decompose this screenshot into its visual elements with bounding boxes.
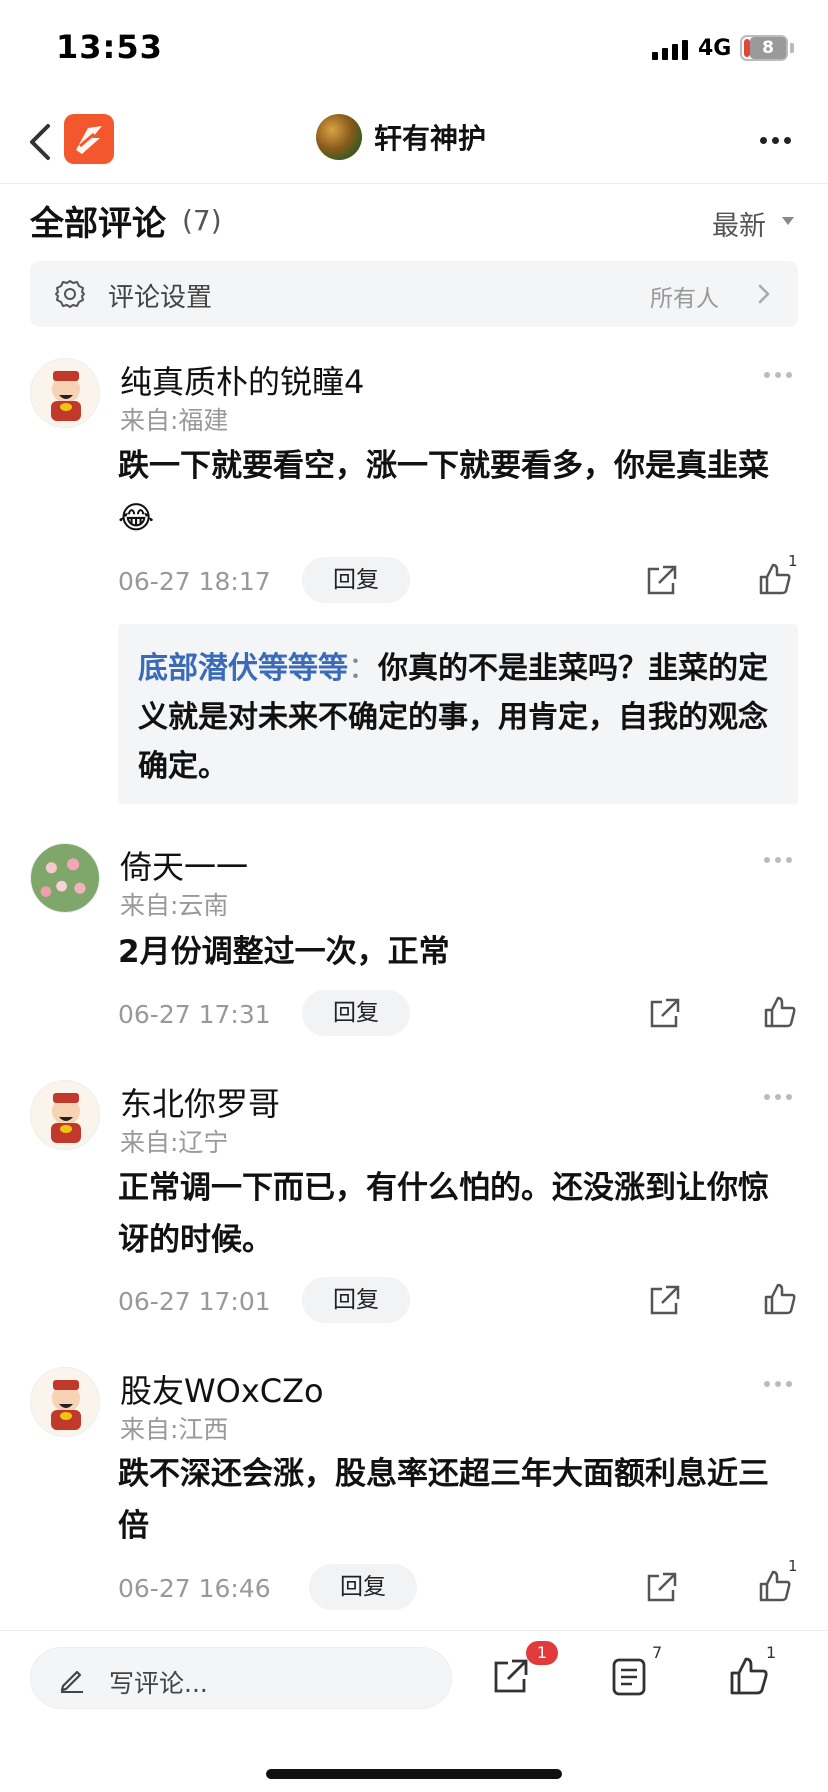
more-options-icon[interactable] — [760, 128, 796, 152]
reply-button[interactable]: 回复 — [309, 1564, 417, 1610]
thumbs-up-icon[interactable] — [762, 1281, 798, 1317]
comment-time: 06-27 17:31 — [118, 1000, 271, 1029]
sort-dropdown[interactable]: 最新 — [712, 204, 766, 243]
reply-button[interactable]: 回复 — [302, 990, 410, 1036]
comment-location: 来自:辽宁 — [120, 1128, 229, 1157]
nav-title-group[interactable]: 轩有神护 — [316, 114, 486, 160]
settings-value: 所有人 — [650, 286, 719, 312]
share-icon[interactable] — [646, 996, 682, 1032]
battery-level: 8 — [750, 37, 786, 59]
comment-time: 06-27 16:46 — [118, 1574, 271, 1603]
comment-text: 跌一下就要看空，涨一下就要看多，你是真韭菜😂 — [118, 448, 769, 536]
like-count: 1 — [788, 1557, 798, 1575]
sub-reply-colon: ： — [348, 651, 378, 686]
share-icon[interactable] — [643, 563, 679, 599]
signal-icon — [652, 38, 688, 60]
comment-input-placeholder: 写评论... — [109, 1669, 208, 1698]
gear-icon — [55, 280, 85, 308]
share-icon[interactable] — [643, 1570, 679, 1606]
comment-time: 06-27 18:17 — [118, 567, 271, 596]
settings-label: 评论设置 — [108, 283, 213, 313]
status-bar: 13:53 4G 8 — [0, 0, 828, 100]
pencil-icon — [60, 1670, 83, 1693]
nav-bar: 轩有神护 — [0, 100, 828, 184]
comment-text: 2月份调整过一次，正常 — [118, 934, 450, 970]
share-badge: 1 — [526, 1641, 558, 1665]
comment-more-icon[interactable] — [764, 372, 792, 378]
chevron-right-icon — [758, 284, 770, 304]
comment-location: 来自:云南 — [120, 891, 229, 920]
comment-list-icon[interactable] — [610, 1657, 648, 1697]
back-button[interactable] — [22, 118, 62, 166]
like-count: 1 — [766, 1643, 777, 1662]
avatar[interactable] — [30, 843, 100, 913]
like-count: 1 — [788, 552, 798, 570]
reply-button[interactable]: 回复 — [302, 557, 410, 603]
app-logo-icon[interactable] — [64, 114, 114, 164]
reply-button[interactable]: 回复 — [302, 1277, 410, 1323]
sub-reply[interactable]: 底部潜伏等等等：你真的不是韭菜吗？韭菜的定义就是对未来不确定的事，用肯定，自我的… — [118, 624, 798, 804]
comment-text: 跌不深还会涨，股息率还超三年大面额利息近三倍 — [118, 1456, 769, 1544]
comment-more-icon[interactable] — [764, 1381, 792, 1387]
comment-location: 来自:江西 — [120, 1415, 229, 1444]
comment-settings-row[interactable]: 评论设置 所有人 — [30, 261, 798, 327]
share-icon[interactable] — [490, 1657, 530, 1697]
comment-more-icon[interactable] — [764, 857, 792, 863]
comment-text: 正常调一下而已，有什么怕的。还没涨到让你惊讶的时候。 — [118, 1170, 769, 1258]
sub-reply-author[interactable]: 底部潜伏等等等 — [138, 651, 348, 686]
network-type: 4G — [698, 36, 732, 61]
comment-author[interactable]: 倚天一一 — [120, 842, 248, 888]
comment-more-icon[interactable] — [764, 1094, 792, 1100]
caret-down-icon[interactable] — [782, 217, 794, 225]
stock-avatar — [316, 114, 362, 160]
comment-location: 来自:福建 — [120, 406, 229, 435]
thumbs-up-icon[interactable] — [762, 994, 798, 1030]
avatar[interactable] — [30, 358, 100, 428]
comment-input[interactable]: 写评论... — [30, 1647, 452, 1709]
status-time: 13:53 — [56, 28, 163, 66]
share-icon[interactable] — [646, 1283, 682, 1319]
thumbs-up-icon[interactable] — [728, 1655, 770, 1697]
comment-author[interactable]: 纯真质朴的锐瞳4 — [120, 357, 364, 403]
page-title: 轩有神护 — [374, 122, 487, 155]
comments-count: (7) — [182, 204, 222, 237]
comment-author[interactable]: 东北你罗哥 — [120, 1079, 280, 1125]
avatar[interactable] — [30, 1080, 100, 1150]
comment-time: 06-27 17:01 — [118, 1287, 271, 1316]
comment-count: 7 — [652, 1643, 663, 1662]
avatar[interactable] — [30, 1367, 100, 1437]
battery-icon: 8 — [740, 35, 788, 61]
battery-tip — [790, 43, 794, 53]
home-indicator — [266, 1769, 562, 1779]
comment-author[interactable]: 股友WOxCZo — [120, 1366, 324, 1412]
chevron-left-icon — [30, 124, 50, 160]
bottom-bar: 写评论... 1 7 1 — [0, 1630, 828, 1792]
comments-heading: 全部评论 — [30, 204, 166, 244]
